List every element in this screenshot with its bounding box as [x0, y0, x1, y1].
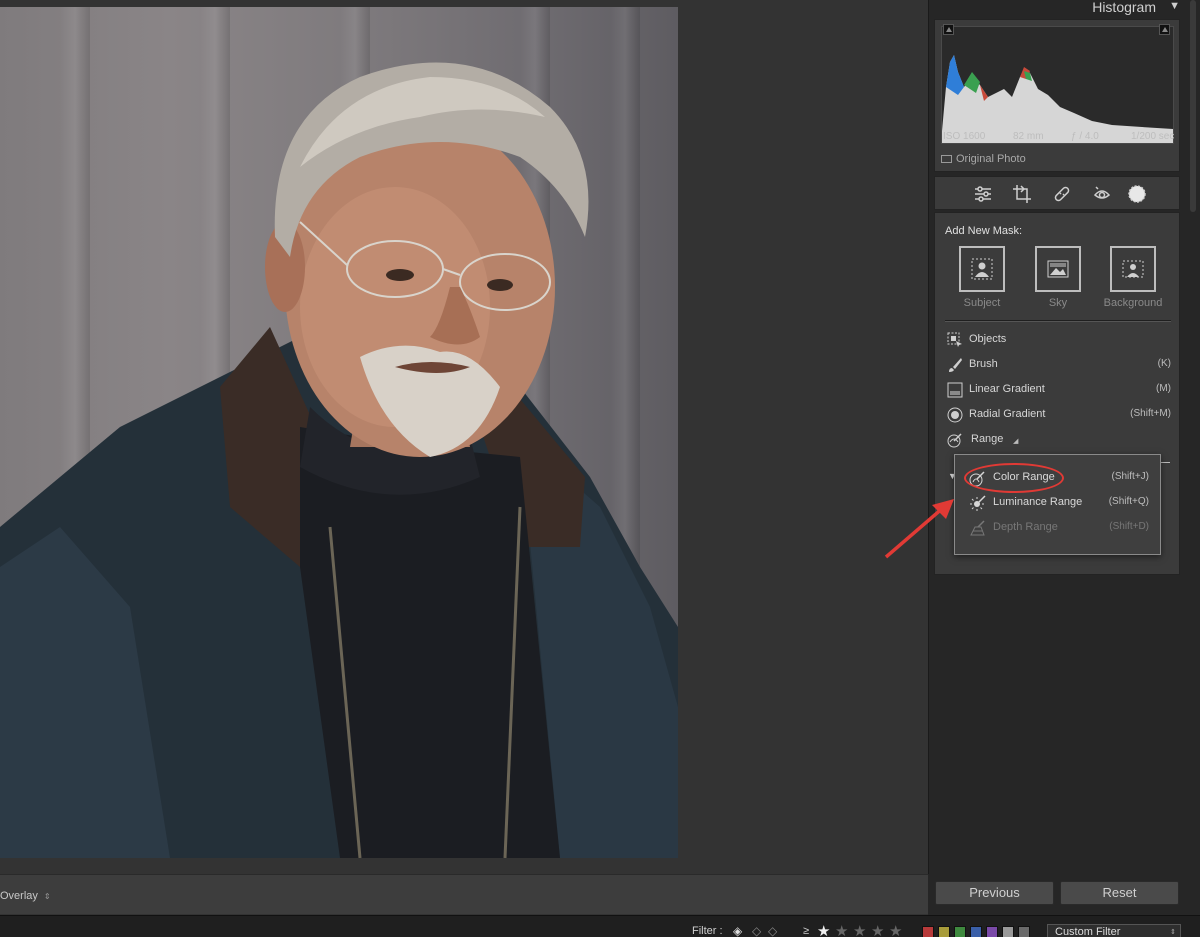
mask-sky-label: Sky: [1048, 297, 1068, 309]
histogram-title: Histogram: [1092, 0, 1156, 15]
highlight-ellipse: [964, 463, 1064, 493]
color-label-blue[interactable]: [970, 926, 982, 937]
mask-brush-label: Brush: [969, 358, 998, 370]
luminance-range-icon: [970, 495, 986, 511]
custom-filter-select[interactable]: Custom Filter ⇕: [1047, 924, 1181, 937]
color-label-green[interactable]: [954, 926, 966, 937]
mask-radial-gradient-shortcut: (Shift+M): [1130, 408, 1171, 419]
mask-linear-gradient-item[interactable]: Linear Gradient (M): [947, 380, 1173, 400]
aperture-value: ƒ / 4.0: [1071, 131, 1099, 142]
mask-radial-gradient-item[interactable]: Radial Gradient (Shift+M): [947, 405, 1173, 425]
checkbox-icon[interactable]: [941, 155, 952, 163]
divider: [945, 320, 1171, 321]
masking-icon[interactable]: [1127, 184, 1147, 204]
mask-subject-label: Subject: [963, 297, 1001, 309]
luminance-range-shortcut: (Shift+Q): [1108, 496, 1149, 507]
photo-canvas[interactable]: [0, 0, 928, 874]
depth-range-item: Depth Range (Shift+D): [969, 518, 1151, 538]
mask-range-item[interactable]: Range ◢: [947, 430, 1173, 450]
mask-radial-gradient-label: Radial Gradient: [969, 408, 1046, 420]
color-label-none[interactable]: [1018, 926, 1030, 937]
crop-icon[interactable]: [1012, 184, 1032, 204]
filter-label: Filter :: [692, 925, 723, 937]
mask-range-label: Range: [971, 433, 1004, 445]
depth-range-icon: [970, 520, 985, 536]
mask-brush-item[interactable]: Brush (K): [947, 355, 1173, 375]
mask-objects-item[interactable]: Objects: [947, 330, 1173, 350]
original-photo-toggle[interactable]: Original Photo: [941, 153, 1026, 165]
flag-filter-unflagged-icon[interactable]: ◇: [752, 924, 761, 937]
mask-subject-button[interactable]: [959, 246, 1005, 292]
mask-background-button[interactable]: [1110, 246, 1156, 292]
sky-icon: [1047, 260, 1069, 278]
redeye-icon[interactable]: [1092, 184, 1112, 204]
color-range-shortcut: (Shift+J): [1111, 471, 1149, 482]
panel-scrollbar[interactable]: [1190, 0, 1196, 212]
range-submenu-arrow-icon: ◢: [1013, 438, 1019, 445]
color-label-yellow[interactable]: [938, 926, 950, 937]
rating-star-4-icon[interactable]: ★: [871, 922, 884, 937]
mask-brush-shortcut: (K): [1157, 358, 1171, 369]
mask-background-label: Background: [1103, 297, 1163, 309]
add-new-mask-label: Add New Mask:: [945, 225, 1023, 237]
custom-filter-label: Custom Filter: [1055, 926, 1121, 937]
brush-icon: [949, 358, 962, 372]
background-icon: [1122, 260, 1144, 278]
mask-linear-gradient-shortcut: (M): [1156, 383, 1171, 394]
depth-range-shortcut: (Shift+D): [1109, 521, 1149, 532]
tool-strip: [934, 176, 1180, 210]
overlay-arrow-icon: ⇕: [43, 892, 51, 901]
histogram-graph[interactable]: [941, 26, 1174, 144]
range-icon: [947, 433, 962, 448]
collapse-triangle-icon[interactable]: ▼: [1169, 0, 1180, 12]
flag-filter-pick-icon[interactable]: ◈: [733, 924, 742, 937]
depth-range-label: Depth Range: [993, 521, 1058, 533]
linear-gradient-icon: [947, 382, 963, 398]
overlay-menu[interactable]: Overlay ⇕: [0, 890, 51, 902]
flag-filter-rejected-icon[interactable]: ◇: [768, 924, 777, 937]
rating-operator[interactable]: ≥: [803, 925, 809, 937]
red-arrow-annotation: [884, 499, 954, 559]
filter-bar: Filter : ◈ ◇ ◇ ≥ ★ ★ ★ ★ ★ Custom Filter…: [0, 915, 1200, 937]
select-arrows-icon: ⇕: [1170, 929, 1176, 936]
color-label-purple[interactable]: [986, 926, 998, 937]
mask-linear-gradient-label: Linear Gradient: [969, 383, 1045, 395]
objects-icon: [947, 332, 962, 347]
rating-star-3-icon[interactable]: ★: [853, 922, 866, 937]
lightroom-window: Overlay ⇕ Histogram ▼ ISO 1600 82 mm ƒ / …: [0, 0, 1200, 937]
mask-sky-button[interactable]: [1035, 246, 1081, 292]
radial-gradient-icon: [947, 407, 963, 423]
focal-length-value: 82 mm: [1013, 131, 1044, 142]
mask-objects-label: Objects: [969, 333, 1007, 345]
rating-star-2-icon[interactable]: ★: [835, 922, 848, 937]
color-label-red[interactable]: [922, 926, 934, 937]
toolbar: Overlay ⇕: [0, 874, 928, 914]
shutter-value: 1/200 sec: [1131, 131, 1175, 142]
highlight-clipping-icon[interactable]: [1159, 24, 1170, 35]
color-label-gray[interactable]: [1002, 926, 1014, 937]
heal-icon[interactable]: [1052, 184, 1072, 204]
luminance-range-label: Luminance Range: [993, 496, 1083, 508]
reset-button[interactable]: Reset: [1060, 881, 1179, 905]
histogram-panel: ISO 1600 82 mm ƒ / 4.0 1/200 sec Origina…: [934, 19, 1180, 172]
rating-star-1-icon[interactable]: ★: [817, 922, 830, 937]
luminance-range-item[interactable]: Luminance Range (Shift+Q): [969, 493, 1151, 513]
edit-icon[interactable]: [973, 184, 993, 204]
previous-button[interactable]: Previous: [935, 881, 1054, 905]
panel-button-bar: Previous Reset: [928, 874, 1200, 915]
rating-star-5-icon[interactable]: ★: [889, 922, 902, 937]
portrait-photo: [0, 7, 678, 858]
shadow-clipping-icon[interactable]: [943, 24, 954, 35]
original-photo-label: Original Photo: [956, 153, 1026, 165]
iso-value: ISO 1600: [943, 131, 986, 142]
overlay-label: Overlay: [0, 890, 38, 902]
subject-icon: [971, 258, 993, 280]
histogram-header[interactable]: Histogram ▼: [934, 0, 1180, 17]
divider-short: [1160, 462, 1170, 463]
